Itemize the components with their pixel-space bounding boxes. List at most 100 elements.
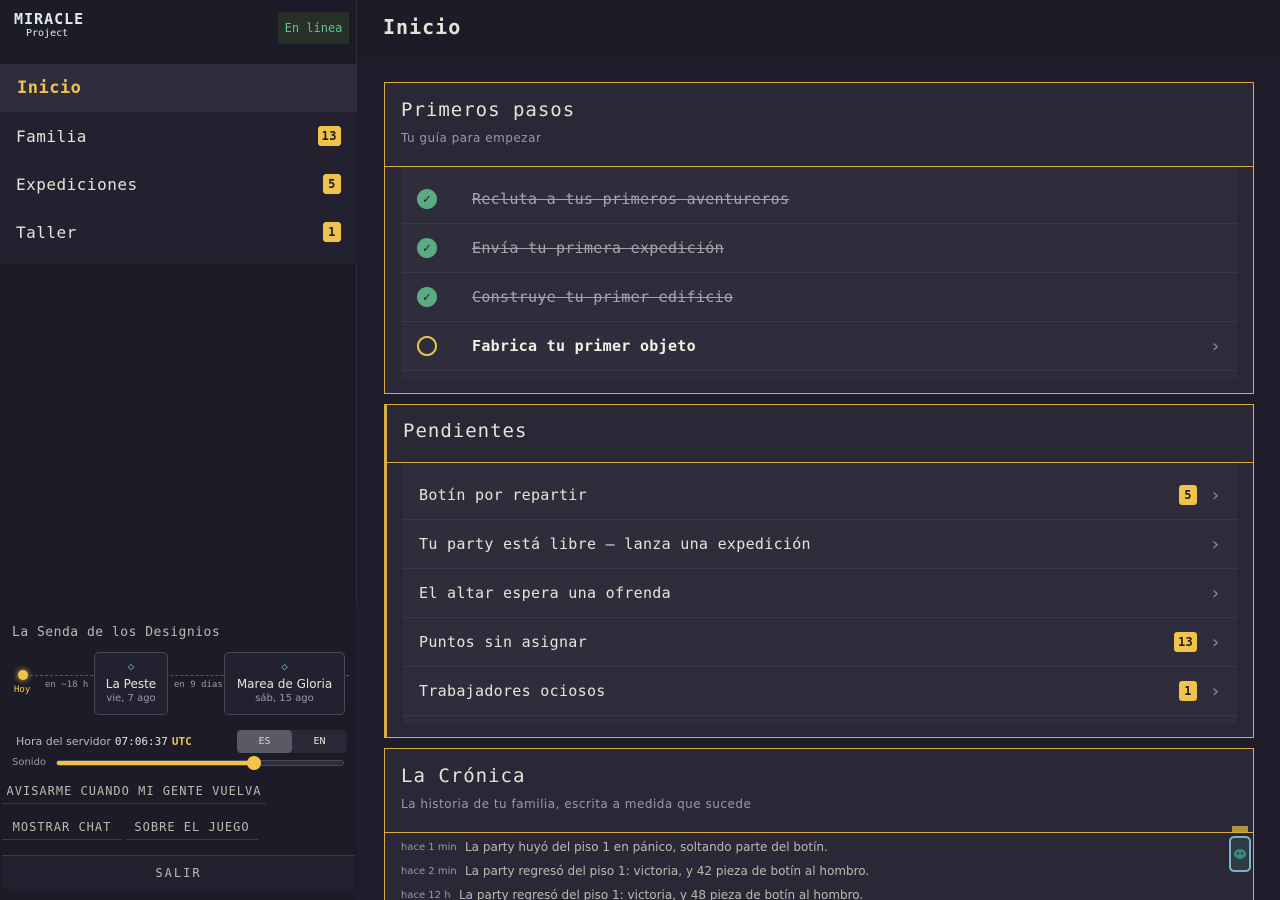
lang-en-option[interactable]: EN (292, 730, 347, 753)
nav-item-expediciones[interactable]: Expediciones 5 (0, 160, 357, 208)
checklist: ✓ Recluta a tus primeros aventureros ✓ E… (401, 167, 1237, 379)
chronicle-entry: hace 12 h La party regresó del piso 1: v… (401, 883, 1237, 900)
brand-name: MIRACLE (14, 10, 85, 28)
card-title: Primeros pasos (401, 99, 576, 121)
card-header: La Crónica La historia de tu familia, es… (385, 749, 1253, 833)
nav-badge: 1 (323, 222, 341, 242)
sound-slider-handle[interactable] (247, 756, 262, 770)
chevron-right-icon: › (1209, 631, 1221, 653)
server-time-label: Hora del servidor (16, 735, 111, 748)
chronicle-entry: hace 1 min La party huyó del piso 1 en p… (401, 835, 1237, 859)
pending-badge: 13 (1173, 632, 1197, 652)
sound-slider-fill (57, 761, 255, 765)
checklist-item: ✓ Recluta a tus primeros aventureros (401, 175, 1237, 224)
page-title: Inicio (383, 15, 462, 39)
card-header: Pendientes (387, 405, 1253, 463)
chevron-right-icon: › (1209, 582, 1221, 604)
pending-item[interactable]: Botín por repartir 5 › (403, 471, 1237, 520)
timeline-event-card[interactable]: ◇ La Peste vie, 7 ago (94, 652, 168, 715)
event-timeline: Hoy en ~18 h ◇ La Peste vie, 7 ago en 9 … (0, 652, 357, 716)
card-title: La Crónica (401, 765, 526, 787)
pending-label: El altar espera una ofrenda (419, 584, 671, 602)
checklist-label: Envía tu primera expedición (472, 239, 724, 257)
event-date: sáb, 15 ago (255, 693, 314, 704)
check-icon: ✓ (417, 287, 437, 307)
getting-started-card: Primeros pasos Tu guía para empezar ✓ Re… (384, 82, 1254, 394)
sidebar: MIRACLE Project En línea Inicio Familia … (0, 0, 357, 900)
nav-item-label: Taller (16, 222, 77, 242)
pending-item[interactable]: El altar espera una ofrenda › (403, 569, 1237, 618)
top-bar: Inicio (358, 0, 1280, 57)
server-timezone: UTC (171, 735, 192, 748)
nav-item-familia[interactable]: Familia 13 (0, 112, 357, 160)
pending-circle-icon (417, 336, 437, 356)
pending-card: Pendientes Botín por repartir 5 › Tu par… (384, 404, 1254, 738)
chat-bubble-icon[interactable]: •• (1229, 836, 1251, 872)
checklist-item-active[interactable]: Fabrica tu primer objeto › (401, 322, 1237, 371)
pending-item[interactable]: Trabajadores ociosos 1 › (403, 667, 1237, 716)
pending-item[interactable]: Tu party está libre — lanza una expedici… (403, 520, 1237, 569)
pending-badge: 1 (1179, 681, 1197, 701)
chevron-right-icon: › (1209, 484, 1221, 506)
chevron-right-icon: › (1209, 533, 1221, 555)
entry-text: La party regresó del piso 1: victoria, y… (459, 888, 864, 900)
nav-item-label: Inicio (17, 78, 82, 98)
nav-badge: 5 (323, 174, 341, 194)
pending-label: Puntos sin asignar (419, 633, 587, 651)
diamond-icon: ◇ (127, 660, 135, 673)
nav-badge: 13 (317, 126, 341, 146)
nav-item-label: Familia (16, 126, 87, 146)
pending-item[interactable]: Puntos sin asignar 13 › (403, 618, 1237, 667)
senda-title: La Senda de los Designios (12, 625, 221, 640)
checklist-label: Fabrica tu primer objeto (472, 337, 696, 355)
show-chat-button[interactable]: MOSTRAR CHAT (2, 814, 122, 840)
diamond-icon: ◇ (281, 660, 288, 673)
entry-time: hace 1 min (401, 841, 457, 853)
language-toggle[interactable]: ES EN (237, 730, 347, 753)
checklist-label: Recluta a tus primeros aventureros (472, 190, 790, 208)
pending-label: Botín por repartir (419, 486, 587, 504)
logout-button[interactable]: SALIR (2, 855, 355, 889)
chronicle-entry: hace 2 min La party regresó del piso 1: … (401, 859, 1237, 883)
card-title: Pendientes (403, 420, 528, 442)
notify-return-button[interactable]: AVISARME CUANDO MI GENTE VUELVA (2, 778, 266, 804)
sound-slider[interactable] (56, 756, 344, 770)
pending-label: Trabajadores ociosos (419, 682, 606, 700)
lang-es-option[interactable]: ES (237, 730, 292, 753)
chevron-right-icon: › (1209, 335, 1221, 357)
card-subtitle: Tu guía para empezar (401, 131, 542, 145)
timeline-event-card[interactable]: ◇ Marea de Gloria sáb, 15 ago (224, 652, 345, 715)
check-icon: ✓ (417, 238, 437, 258)
mascot-face-icon: •• (1234, 849, 1246, 859)
event-date: vie, 7 ago (106, 693, 156, 704)
pending-list: Botín por repartir 5 › Tu party está lib… (403, 463, 1237, 724)
entry-text: La party huyó del piso 1 en pánico, solt… (465, 840, 828, 854)
entry-text: La party regresó del piso 1: victoria, y… (465, 864, 870, 878)
event-name: La Peste (105, 677, 157, 691)
chronicle-list: hace 1 min La party huyó del piso 1 en p… (385, 833, 1253, 900)
chronicle-card: La Crónica La historia de tu familia, es… (384, 748, 1254, 900)
today-label: Hoy (14, 685, 31, 695)
checklist-item: ✓ Envía tu primera expedición (401, 224, 1237, 273)
entry-time: hace 12 h (401, 889, 451, 900)
card-subtitle: La historia de tu familia, escrita a med… (401, 797, 752, 811)
chat-widget-tab[interactable] (1232, 826, 1248, 832)
server-time-value: 07:06:37 (114, 735, 168, 748)
timeline-gap-label: en 9 días (172, 680, 225, 690)
checklist-label: Construye tu primer edificio (472, 288, 734, 306)
checklist-item: ✓ Construye tu primer edificio (401, 273, 1237, 322)
brand-subtitle: Project (26, 28, 69, 39)
pending-label: Tu party está libre — lanza una expedici… (419, 535, 811, 553)
card-header: Primeros pasos Tu guía para empezar (385, 83, 1253, 167)
event-name: Marea de Gloria (236, 677, 333, 691)
about-game-button[interactable]: SOBRE EL JUEGO (126, 814, 258, 840)
server-time: Hora del servidor 07:06:37 UTC (16, 735, 192, 748)
sound-label: Sonido (12, 757, 47, 768)
chevron-right-icon: › (1209, 680, 1221, 702)
nav-item-taller[interactable]: Taller 1 (0, 208, 357, 256)
main-nav: Inicio Familia 13 Expediciones 5 Taller … (0, 64, 357, 264)
nav-item-inicio[interactable]: Inicio (0, 64, 357, 112)
brand-logo: MIRACLE Project (14, 12, 84, 39)
check-icon: ✓ (417, 189, 437, 209)
nav-item-label: Expediciones (16, 174, 138, 194)
